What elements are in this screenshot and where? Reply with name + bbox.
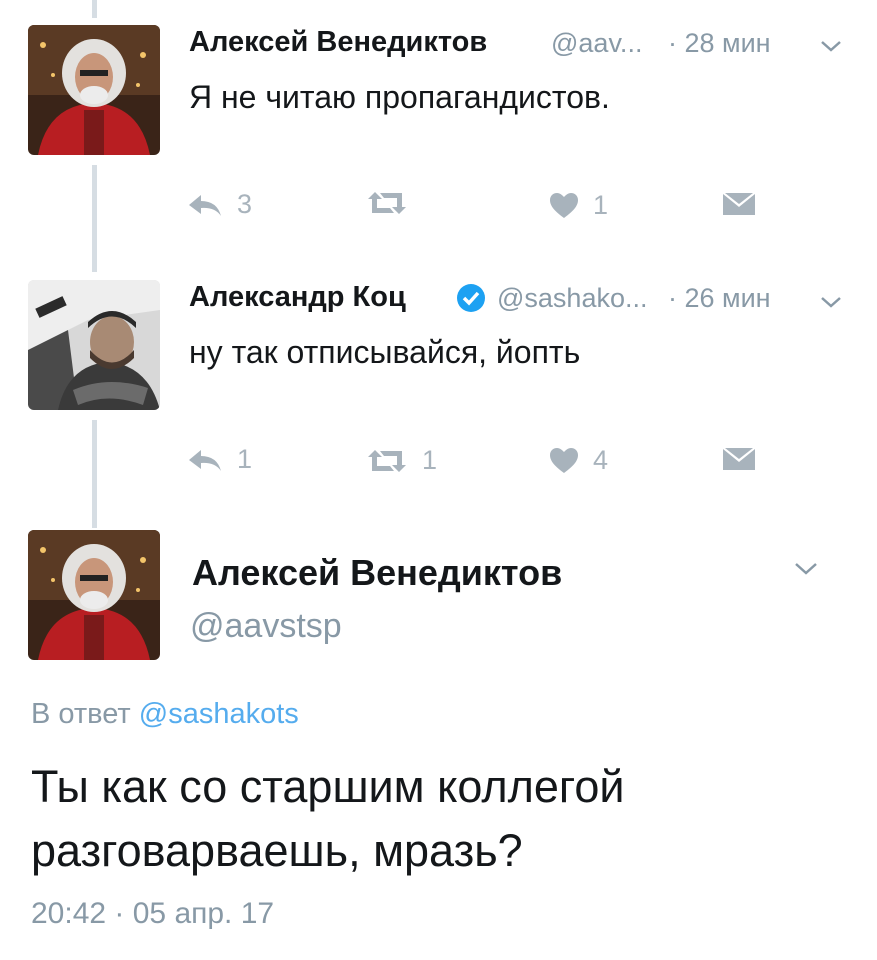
retweet-icon bbox=[368, 449, 406, 472]
reply-prefix: В ответ bbox=[31, 698, 131, 730]
like-count: 4 bbox=[593, 445, 609, 475]
like-button[interactable]: 1 bbox=[549, 190, 608, 221]
avatar[interactable] bbox=[28, 280, 160, 410]
like-count: 1 bbox=[593, 190, 609, 220]
reply-count: 1 bbox=[237, 444, 253, 474]
tweet-timestamp[interactable]: 20:42 · 05 апр. 17 bbox=[31, 897, 274, 931]
chevron-down-icon[interactable] bbox=[793, 560, 819, 578]
reply-icon bbox=[189, 449, 221, 471]
avatar[interactable] bbox=[28, 25, 160, 155]
chevron-down-icon[interactable] bbox=[819, 38, 843, 54]
author-handle[interactable]: @aavstsp bbox=[190, 607, 342, 646]
reply-count: 3 bbox=[237, 189, 253, 219]
reply-context: В ответ @sashakots bbox=[31, 698, 299, 731]
author-name[interactable]: Алексей Венедиктов bbox=[189, 26, 487, 59]
reply-icon bbox=[189, 194, 221, 216]
thread-line bbox=[92, 420, 97, 528]
tweet-text: Ты как со старшим коллегой разговарваешь… bbox=[31, 755, 624, 883]
tweet-text: Я не читаю пропагандистов. bbox=[189, 79, 610, 115]
reply-button[interactable]: 3 bbox=[187, 189, 252, 220]
thread-line bbox=[92, 165, 97, 272]
author-name[interactable]: Александр Коц bbox=[189, 281, 406, 314]
tweet-time[interactable]: · 28 мин bbox=[668, 28, 771, 59]
retweet-icon bbox=[368, 192, 406, 214]
direct-message-icon[interactable] bbox=[722, 192, 756, 216]
author-name[interactable]: Алексей Венедиктов bbox=[192, 552, 562, 594]
author-handle[interactable]: @aav... bbox=[551, 28, 642, 59]
chevron-down-icon[interactable] bbox=[819, 294, 843, 310]
tweet-text-line: Ты как со старшим коллегой bbox=[31, 761, 625, 812]
retweet-button[interactable] bbox=[366, 190, 422, 216]
heart-icon bbox=[550, 193, 578, 218]
tweet-text: ну так отписывайся, йопть bbox=[189, 334, 581, 370]
avatar[interactable] bbox=[28, 530, 160, 660]
verified-badge-icon bbox=[457, 284, 485, 312]
author-handle[interactable]: @sashako... bbox=[497, 283, 647, 314]
tweet-text-line: разговарваешь, мразь? bbox=[31, 825, 523, 876]
reply-button[interactable]: 1 bbox=[187, 444, 252, 475]
like-button[interactable]: 4 bbox=[549, 445, 608, 476]
retweet-count: 1 bbox=[422, 445, 438, 475]
direct-message-icon[interactable] bbox=[722, 447, 756, 471]
retweet-button[interactable]: 1 bbox=[366, 445, 437, 476]
reply-mention-link[interactable]: @sashakots bbox=[139, 698, 299, 730]
thread-line bbox=[92, 0, 97, 18]
heart-icon bbox=[550, 448, 578, 473]
tweet-time[interactable]: · 26 мин bbox=[668, 283, 771, 314]
